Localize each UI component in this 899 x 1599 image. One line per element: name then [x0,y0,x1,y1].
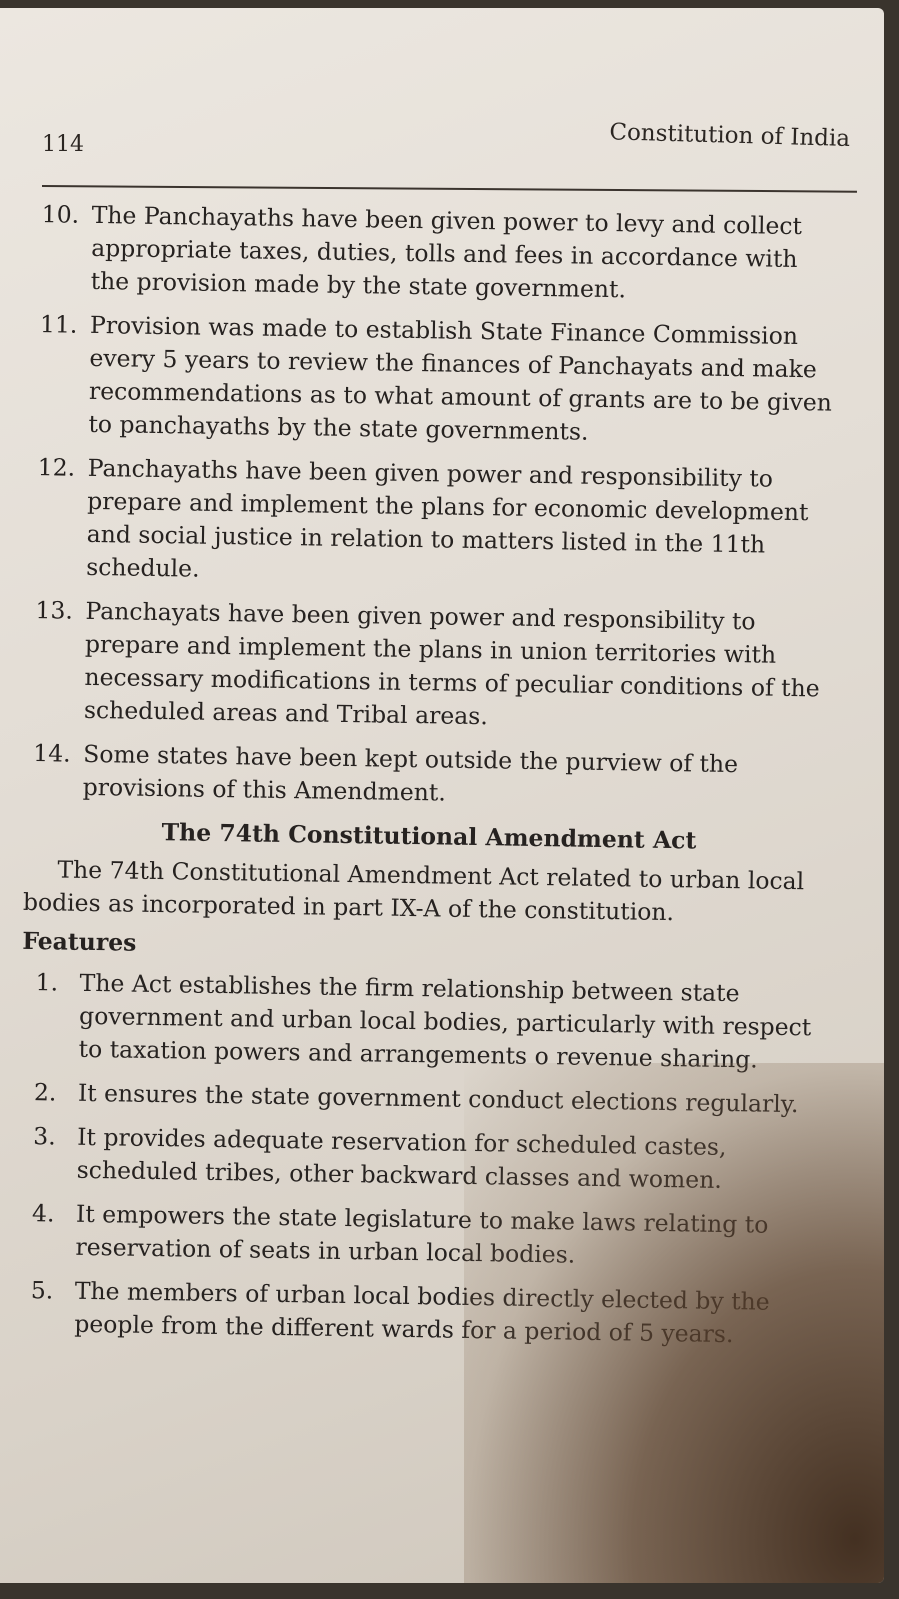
list-item: 10. The Panchayaths have been given powe… [32,198,843,310]
item-text: It ensures the state government conduct … [77,1078,799,1119]
item-text: Panchayaths have been given power and re… [85,453,809,583]
item-number: 4. [31,1199,55,1228]
feature-item: 1. The Act establishes the firm relation… [20,966,831,1078]
list-item: 12. Panchayaths have been given power an… [28,451,840,596]
item-text: The members of urban local bodies direct… [74,1276,770,1349]
intro-paragraph: The 74th Constitutional Amendment Act re… [22,855,805,927]
item-number: 14. [33,739,71,768]
header-rule [41,185,857,193]
feature-item: 2. It ensures the state government condu… [20,1076,830,1122]
features-label: Features [22,926,137,957]
item-number: 13. [35,596,74,625]
item-text: Panchayats have been given power and res… [83,596,820,731]
item-number: 12. [37,453,76,482]
item-number: 3. [33,1122,56,1151]
item-text: It empowers the state legislature to mak… [75,1199,769,1269]
page-body: 10. The Panchayaths have been given powe… [16,198,844,1364]
item-text: It provides adequate reservation for sch… [76,1122,727,1194]
item-text: Provision was made to establish State Fi… [88,310,833,446]
item-number: 10. [41,200,80,229]
list-item: 14. Some states have been kept outside t… [24,737,835,816]
book-page: 114 Constitution of India 10. The Pancha… [0,8,884,1583]
section-heading: The 74th Constitutional Amendment Act [161,818,697,855]
item-number: 1. [35,968,59,997]
list-item: 13. Panchayats have been given power and… [26,594,838,739]
item-text: The Act establishes the firm relationshi… [78,968,812,1074]
item-number: 11. [39,310,78,339]
item-number: 2. [33,1078,57,1107]
item-text: Some states have been kept outside the p… [82,739,739,807]
item-number: 5. [30,1276,54,1305]
page-number: 114 [42,132,84,157]
list-item: 11. Provision was made to establish Stat… [30,308,842,453]
item-text: The Panchayaths have been given power to… [90,200,803,304]
feature-item: 3. It provides adequate reservation for … [18,1120,829,1199]
feature-item: 5. The members of urban local bodies dir… [16,1274,827,1353]
running-head: Constitution of India [609,119,851,152]
photo-background: 114 Constitution of India 10. The Pancha… [0,0,899,1599]
feature-item: 4. It empowers the state legislature to … [17,1197,828,1276]
